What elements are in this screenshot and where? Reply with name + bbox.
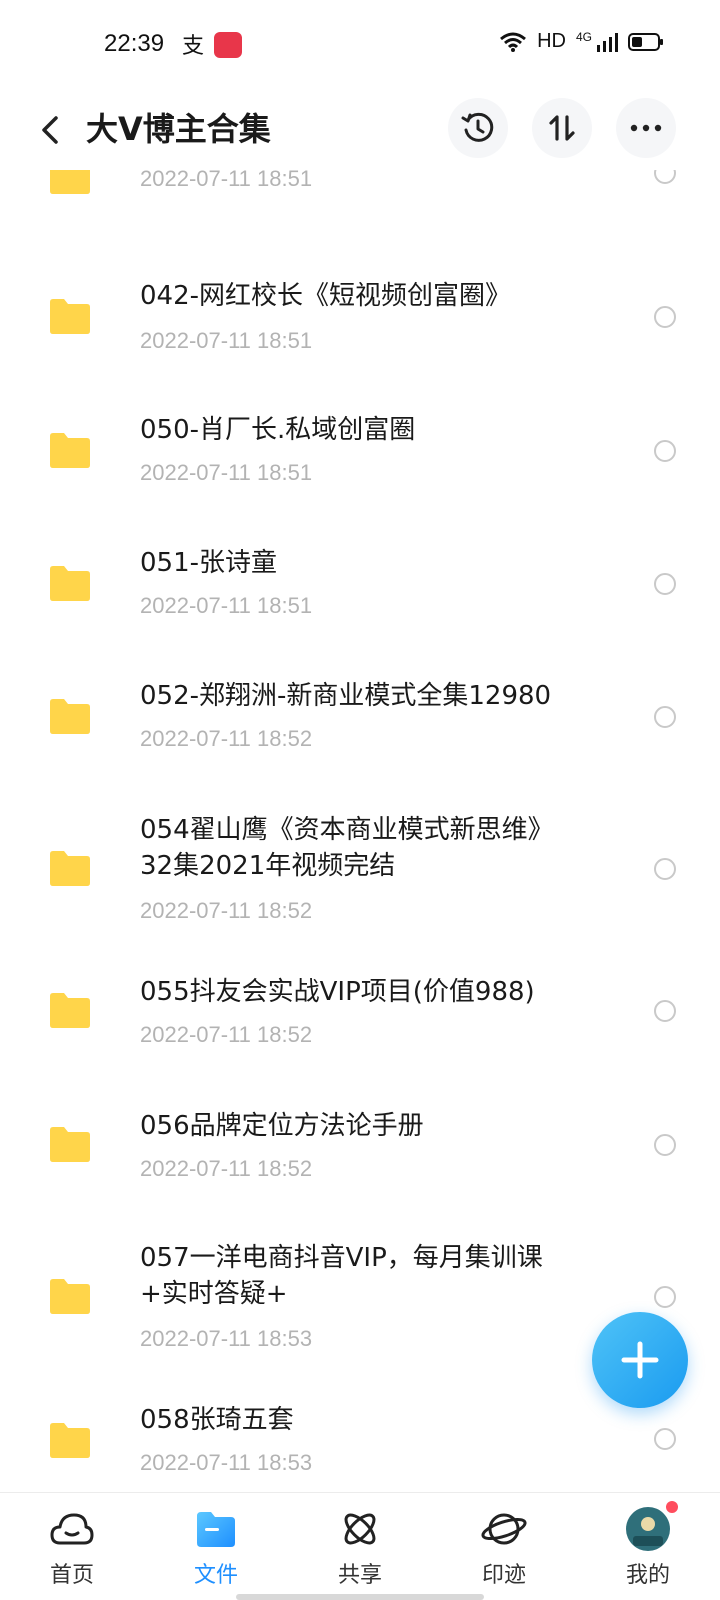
file-date: 2022-07-11 18:51 bbox=[140, 170, 313, 191]
sort-button[interactable] bbox=[532, 98, 592, 158]
list-item[interactable]: 042-网红校长《短视频创富圈》 2022-07-11 18:51 bbox=[0, 270, 720, 400]
list-item[interactable]: 054翟山鹰《资本商业模式新思维》32集2021年视频完结 2022-07-11… bbox=[0, 800, 720, 960]
add-button[interactable] bbox=[592, 1312, 688, 1408]
folder-icon bbox=[50, 1423, 90, 1458]
file-date: 2022-07-11 18:51 bbox=[140, 460, 313, 485]
history-icon bbox=[461, 112, 494, 142]
folder-icon bbox=[50, 1279, 90, 1314]
folder-icon bbox=[50, 170, 90, 194]
notification-dot bbox=[666, 1501, 678, 1513]
file-date: 2022-07-11 18:52 bbox=[140, 1022, 313, 1047]
page-title: 大V博主合集 bbox=[86, 110, 271, 148]
nav-trace[interactable]: 印迹 bbox=[432, 1493, 576, 1600]
select-radio[interactable] bbox=[654, 706, 676, 728]
list-item[interactable]: 050-肖厂长.私域创富圈 2022-07-11 18:51 bbox=[0, 404, 720, 534]
select-radio[interactable] bbox=[654, 306, 676, 328]
file-date: 2022-07-11 18:52 bbox=[140, 1156, 313, 1181]
nav-share[interactable]: 共享 bbox=[288, 1493, 432, 1600]
history-button[interactable] bbox=[448, 98, 508, 158]
list-item[interactable]: 055抖友会实战VIP项目(价值988) 2022-07-11 18:52 bbox=[0, 968, 720, 1098]
back-button[interactable] bbox=[30, 108, 70, 152]
folder-icon bbox=[50, 699, 90, 734]
file-name: 056品牌定位方法论手册 bbox=[140, 1111, 424, 1141]
file-date: 2022-07-11 18:52 bbox=[140, 898, 313, 923]
list-item[interactable]: 2022-07-11 18:51 bbox=[0, 170, 720, 250]
alipay-icon: 支 bbox=[182, 34, 204, 58]
status-bar: 22:39 支 HD 4G bbox=[0, 0, 720, 90]
cellular-label: 4G bbox=[575, 29, 592, 44]
file-date: 2022-07-11 18:53 bbox=[140, 1450, 313, 1475]
file-date: 2022-07-11 18:52 bbox=[140, 726, 313, 751]
battery-icon bbox=[628, 32, 663, 51]
hd-label: HD bbox=[537, 30, 566, 52]
list-item[interactable]: 058张琦五套 2022-07-11 18:53 bbox=[0, 1402, 720, 1492]
home-indicator bbox=[236, 1594, 484, 1600]
nav-label: 首页 bbox=[49, 1563, 94, 1588]
list-item[interactable]: 056品牌定位方法论手册 2022-07-11 18:52 bbox=[0, 1102, 720, 1232]
nav-label: 印迹 bbox=[481, 1563, 526, 1588]
more-icon bbox=[630, 124, 662, 132]
select-radio[interactable] bbox=[654, 440, 676, 462]
nav-me[interactable]: 我的 bbox=[576, 1493, 720, 1600]
nav-home[interactable]: 首页 bbox=[0, 1493, 144, 1600]
atom-icon bbox=[336, 1505, 384, 1553]
nav-files[interactable]: 文件 bbox=[144, 1493, 288, 1600]
file-list: 2022-07-11 18:51 042-网红校长《短视频创富圈》 2022-0… bbox=[0, 170, 720, 1492]
file-name: 050-肖厂长.私域创富圈 bbox=[140, 415, 416, 445]
folder-icon bbox=[50, 993, 90, 1028]
file-date: 2022-07-11 18:51 bbox=[140, 593, 313, 618]
cloud-icon bbox=[48, 1505, 96, 1553]
folder-icon bbox=[50, 299, 90, 334]
list-item[interactable]: 052-郑翔洲-新商业模式全集12980 2022-07-11 18:52 bbox=[0, 670, 720, 800]
folder-icon bbox=[50, 433, 90, 468]
avatar-icon bbox=[624, 1505, 672, 1553]
file-date: 2022-07-11 18:51 bbox=[140, 328, 313, 353]
header: 大V博主合集 bbox=[0, 90, 720, 170]
status-time: 22:39 bbox=[104, 30, 165, 57]
file-name: 051-张诗童 bbox=[140, 548, 278, 578]
file-name: 058张琦五套 bbox=[140, 1405, 294, 1435]
signal-icon bbox=[597, 32, 618, 52]
file-date: 2022-07-11 18:53 bbox=[140, 1326, 313, 1351]
file-name: 055抖友会实战VIP项目(价值988) bbox=[140, 977, 535, 1007]
more-button[interactable] bbox=[616, 98, 676, 158]
file-name: 054翟山鹰《资本商业模式新思维》32集2021年视频完结 bbox=[140, 815, 554, 881]
nav-label: 共享 bbox=[337, 1563, 382, 1588]
select-radio[interactable] bbox=[654, 170, 676, 184]
folder-icon bbox=[192, 1505, 240, 1553]
select-radio[interactable] bbox=[654, 858, 676, 880]
status-indicators: HD 4G bbox=[499, 30, 664, 53]
select-radio[interactable] bbox=[654, 1000, 676, 1022]
nav-label: 我的 bbox=[625, 1563, 670, 1588]
file-name: 052-郑翔洲-新商业模式全集12980 bbox=[140, 681, 552, 711]
bottom-nav: 首页 文件 共享 印迹 我的 bbox=[0, 1492, 720, 1600]
folder-icon bbox=[50, 1127, 90, 1162]
back-icon bbox=[42, 116, 58, 144]
wifi-icon bbox=[500, 32, 527, 52]
select-radio[interactable] bbox=[654, 1134, 676, 1156]
file-name: 042-网红校长《短视频创富圈》 bbox=[140, 281, 512, 311]
folder-icon bbox=[50, 851, 90, 886]
select-radio[interactable] bbox=[654, 573, 676, 595]
svg-text:支: 支 bbox=[182, 34, 204, 58]
sort-icon bbox=[549, 115, 575, 141]
folder-icon bbox=[50, 566, 90, 601]
nav-label: 文件 bbox=[193, 1563, 238, 1588]
select-radio[interactable] bbox=[654, 1428, 676, 1450]
planet-icon bbox=[480, 1505, 528, 1553]
file-name: 057一洋电商抖音VIP，每月集训课+实时答疑+ bbox=[140, 1243, 543, 1309]
list-item[interactable]: 051-张诗童 2022-07-11 18:51 bbox=[0, 537, 720, 667]
plus-icon bbox=[621, 1341, 659, 1379]
app-notification-icon bbox=[214, 32, 242, 58]
select-radio[interactable] bbox=[654, 1286, 676, 1308]
